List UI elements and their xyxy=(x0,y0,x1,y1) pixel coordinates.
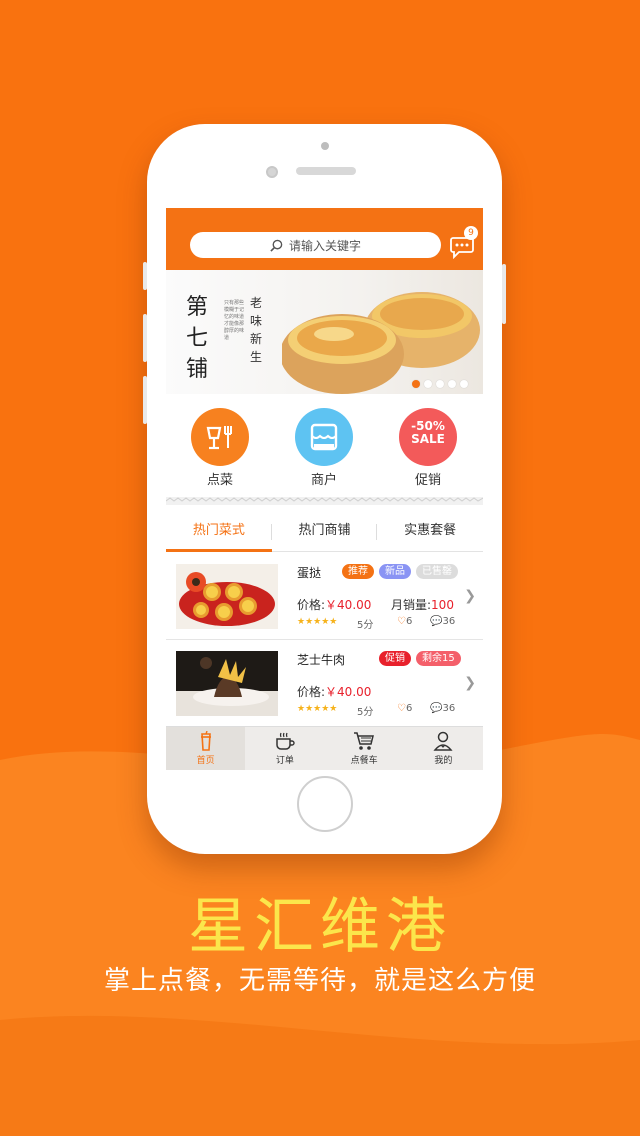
banner-fine-print: 只有那些模糊于记忆的味道才能像那醇厚的味道 xyxy=(224,300,245,341)
tabbar-home[interactable]: 首页 xyxy=(166,727,246,770)
dish-price: 价格:￥40.00 xyxy=(297,683,371,700)
page-dot-2[interactable] xyxy=(424,380,432,388)
sale-word: SALE xyxy=(411,432,445,446)
search-placeholder: 请输入关键字 xyxy=(288,238,361,253)
page-dot-1[interactable] xyxy=(412,380,420,388)
likes-value: 6 xyxy=(405,703,413,714)
page-dot-5[interactable] xyxy=(460,380,468,388)
price-value: ￥40.00 xyxy=(325,685,372,699)
comments-count[interactable]: 💬36 xyxy=(430,616,455,627)
tab-label: 实惠套餐 xyxy=(404,523,457,538)
category-label: 促销 xyxy=(414,473,441,488)
likes-count[interactable]: ♡6 xyxy=(397,616,412,627)
tag-remaining: 剩余15 xyxy=(416,651,461,666)
promo-banner[interactable]: 第七铺 只有那些模糊于记忆的味道才能像那醇厚的味道 老味新生 xyxy=(166,270,483,394)
category-menu: 点菜 商户 -50% SALE 促销 xyxy=(166,394,483,496)
message-button[interactable]: 9 xyxy=(450,226,478,260)
dining-icon xyxy=(191,408,249,466)
banner-subtitle: 老味新生 xyxy=(250,296,263,364)
category-promotions[interactable]: -50% SALE 促销 xyxy=(398,408,458,488)
page-dot-3[interactable] xyxy=(436,380,444,388)
heart-icon: ♡ xyxy=(397,616,406,627)
category-order-food[interactable]: 点菜 xyxy=(190,408,250,488)
shop-icon xyxy=(295,408,353,466)
comments-count[interactable]: 💬36 xyxy=(430,703,455,714)
category-merchants[interactable]: 商户 xyxy=(294,408,354,488)
coffee-icon xyxy=(276,732,295,750)
list-item[interactable]: 芝士牛肉 促销 剩余15 价格:￥40.00 ★★★★★ 5分 ♡6 💬36 ❯ xyxy=(166,641,483,727)
tabbar-label: 我的 xyxy=(434,756,453,766)
dish-image xyxy=(176,651,278,716)
tag-recommended: 推荐 xyxy=(342,564,374,579)
dish-price: 价格:￥40.00 xyxy=(297,596,371,613)
tab-label: 热门商铺 xyxy=(298,523,351,538)
monthly-sales: 月销量:100 xyxy=(391,596,454,613)
tab-popular-dishes[interactable]: 热门菜式 xyxy=(166,512,272,552)
price-value: ￥40.00 xyxy=(325,598,372,612)
egg-tart-image xyxy=(282,292,480,394)
comment-icon: 💬 xyxy=(430,703,443,714)
rating-score: 5分 xyxy=(357,620,374,631)
camera xyxy=(321,142,329,150)
dish-name: 芝士牛肉 xyxy=(297,653,346,667)
tag-sold-out: 已售罄 xyxy=(416,564,458,579)
chevron-right-icon[interactable]: ❯ xyxy=(464,588,476,604)
category-label: 商户 xyxy=(310,473,337,488)
content-tabs: 热门菜式 热门商铺 实惠套餐 xyxy=(166,512,483,552)
search-input[interactable]: 请输入关键字 xyxy=(190,232,441,258)
tab-label: 热门菜式 xyxy=(192,523,245,538)
tab-value-sets[interactable]: 实惠套餐 xyxy=(377,512,483,551)
tabbar-cart[interactable]: 点餐车 xyxy=(325,727,404,770)
tabbar-orders[interactable]: 订单 xyxy=(245,727,324,770)
likes-value: 6 xyxy=(405,616,413,627)
earpiece-speaker xyxy=(296,167,356,175)
heart-icon: ♡ xyxy=(397,703,406,714)
user-icon xyxy=(433,731,453,751)
tabbar-label: 点餐车 xyxy=(350,756,378,766)
sale-badge-icon: -50% SALE xyxy=(399,408,457,466)
page-dot-4[interactable] xyxy=(448,380,456,388)
dish-tags: 推荐 新品 已售罄 xyxy=(342,564,458,579)
tab-popular-shops[interactable]: 热门商铺 xyxy=(272,512,378,551)
comments-value: 36 xyxy=(442,616,456,627)
cup-icon xyxy=(200,731,211,751)
chevron-right-icon[interactable]: ❯ xyxy=(464,675,476,691)
zigzag-divider xyxy=(166,497,483,505)
tag-new: 新品 xyxy=(379,564,411,579)
dish-name: 蛋挞 xyxy=(297,566,322,580)
rating-stars: ★★★★★ xyxy=(297,617,338,627)
marketing-tagline: 掌上点餐，无需等待，就是这么方便 xyxy=(103,966,536,996)
app-screen: 请输入关键字 9 第七铺 只有那些模糊于记忆的味道才能像那醇厚的味道 老味新生 xyxy=(166,208,483,770)
phone-frame: 请输入关键字 9 第七铺 只有那些模糊于记忆的味道才能像那醇厚的味道 老味新生 xyxy=(143,124,506,854)
tabbar-label: 首页 xyxy=(196,756,215,766)
dish-image xyxy=(176,564,278,629)
top-bar: 请输入关键字 9 xyxy=(166,208,483,270)
category-label: 点菜 xyxy=(206,473,233,488)
comment-icon: 💬 xyxy=(430,616,443,627)
cart-icon xyxy=(354,732,375,750)
front-sensor xyxy=(266,166,278,178)
price-label: 价格: xyxy=(297,598,326,612)
message-count-badge: 9 xyxy=(464,226,478,240)
banner-pagination[interactable] xyxy=(412,380,468,388)
dish-tags: 促销 剩余15 xyxy=(379,651,461,666)
rating-stars: ★★★★★ xyxy=(297,704,338,714)
comments-value: 36 xyxy=(442,703,456,714)
list-item[interactable]: 蛋挞 推荐 新品 已售罄 价格:￥40.00 月销量:100 ★★★★★ 5分 … xyxy=(166,554,483,640)
home-button[interactable] xyxy=(297,776,353,832)
marketing-title: 星汇维港 xyxy=(188,892,452,962)
search-icon xyxy=(270,239,283,252)
sales-label: 月销量: xyxy=(391,598,432,612)
bottom-tab-bar: 首页 订单 点餐车 我的 xyxy=(166,726,483,770)
banner-title: 第七铺 xyxy=(186,295,209,382)
sales-value: 100 xyxy=(431,598,454,612)
likes-count[interactable]: ♡6 xyxy=(397,703,412,714)
tabbar-label: 订单 xyxy=(275,756,294,766)
rating-score: 5分 xyxy=(357,707,374,718)
tabbar-profile[interactable]: 我的 xyxy=(404,727,483,770)
price-label: 价格: xyxy=(297,685,326,699)
tag-promotion: 促销 xyxy=(379,651,411,666)
